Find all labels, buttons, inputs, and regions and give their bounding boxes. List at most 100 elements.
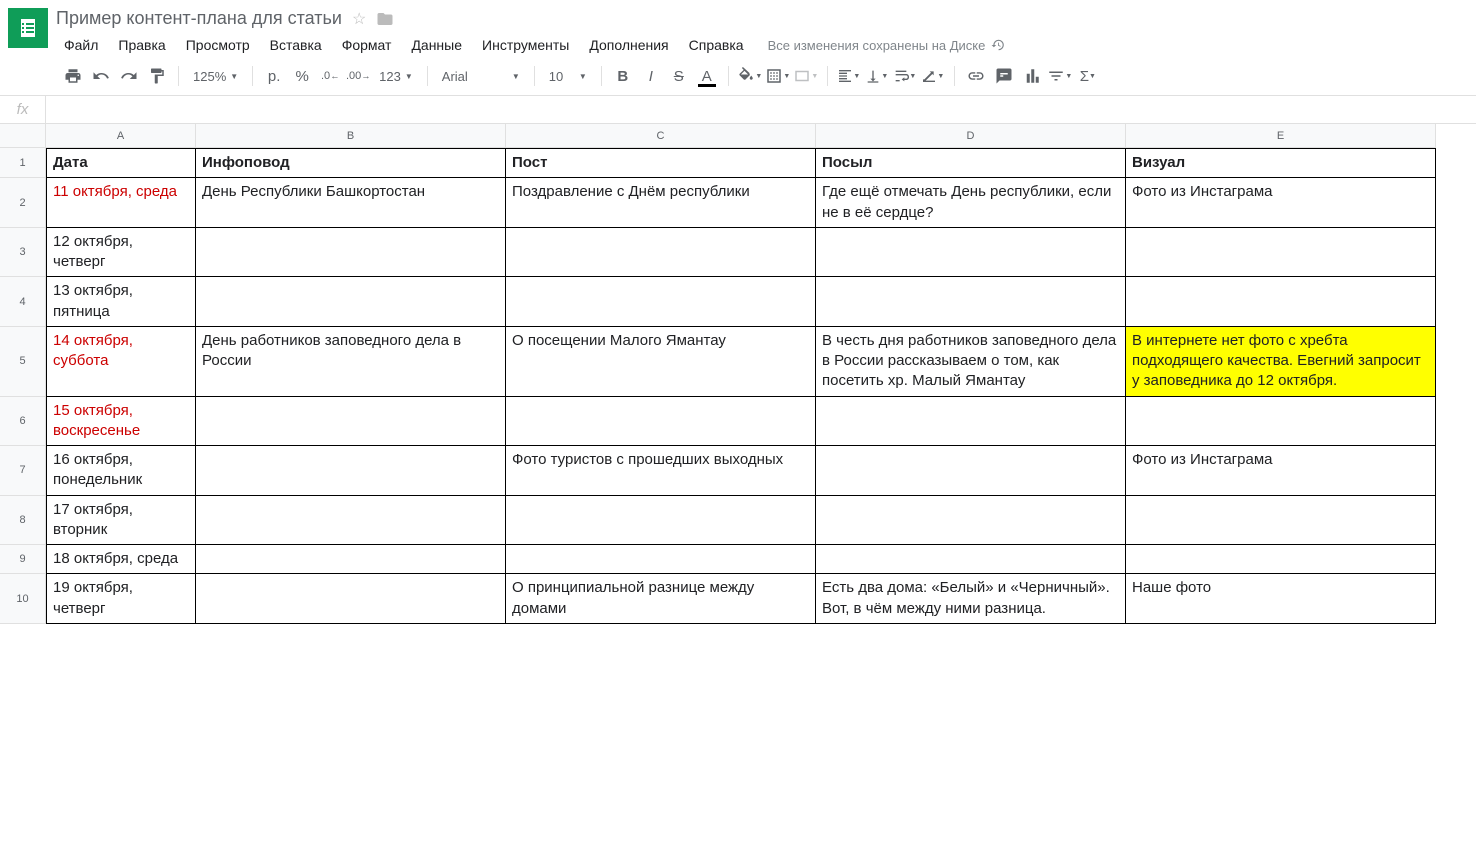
col-head-A[interactable]: A	[46, 124, 196, 148]
cell-D3[interactable]	[816, 228, 1126, 278]
col-head-B[interactable]: B	[196, 124, 506, 148]
functions-icon[interactable]: Σ▼	[1075, 63, 1101, 89]
cell-E9[interactable]	[1126, 545, 1436, 574]
font-size-select[interactable]: 10▼	[543, 63, 593, 89]
col-head-E[interactable]: E	[1126, 124, 1436, 148]
link-icon[interactable]	[963, 63, 989, 89]
cell-E5[interactable]: В интернете нет фото с хребта подходящег…	[1126, 327, 1436, 397]
halign-button[interactable]: ▼	[836, 63, 862, 89]
merge-button[interactable]: ▼	[793, 63, 819, 89]
menu-edit[interactable]: Правка	[110, 33, 173, 57]
cell-B8[interactable]	[196, 496, 506, 546]
cell-A5[interactable]: 14 октября, суббота	[46, 327, 196, 397]
paint-format-icon[interactable]	[144, 63, 170, 89]
row-head-3[interactable]: 3	[0, 228, 46, 278]
cell-D4[interactable]	[816, 277, 1126, 327]
menu-file[interactable]: Файл	[56, 33, 106, 57]
menu-addons[interactable]: Дополнения	[581, 33, 676, 57]
cell-E4[interactable]	[1126, 277, 1436, 327]
comment-icon[interactable]	[991, 63, 1017, 89]
row-head-10[interactable]: 10	[0, 574, 46, 624]
menu-format[interactable]: Формат	[334, 33, 400, 57]
cell-C8[interactable]	[506, 496, 816, 546]
star-icon[interactable]: ☆	[352, 9, 366, 29]
cell-D6[interactable]	[816, 397, 1126, 447]
strikethrough-button[interactable]: S	[666, 63, 692, 89]
header-cell-E[interactable]: Визуал	[1126, 148, 1436, 178]
chart-icon[interactable]	[1019, 63, 1045, 89]
menu-help[interactable]: Справка	[681, 33, 752, 57]
increase-decimal-button[interactable]: .00→	[345, 63, 371, 89]
cell-B3[interactable]	[196, 228, 506, 278]
cell-C6[interactable]	[506, 397, 816, 447]
row-head-7[interactable]: 7	[0, 446, 46, 496]
print-icon[interactable]	[60, 63, 86, 89]
cell-D2[interactable]: Где ещё отмечать День республики, если н…	[816, 178, 1126, 228]
select-all-corner[interactable]	[0, 124, 46, 148]
percent-button[interactable]: %	[289, 63, 315, 89]
row-head-6[interactable]: 6	[0, 397, 46, 447]
col-head-D[interactable]: D	[816, 124, 1126, 148]
zoom-select[interactable]: 125%▼	[187, 63, 244, 89]
wrap-button[interactable]: ▼	[892, 63, 918, 89]
header-cell-A[interactable]: Дата	[46, 148, 196, 178]
formula-bar[interactable]	[46, 96, 1476, 123]
undo-icon[interactable]	[88, 63, 114, 89]
row-head-1[interactable]: 1	[0, 148, 46, 178]
valign-button[interactable]: ▼	[864, 63, 890, 89]
cell-A2[interactable]: 11 октября, среда	[46, 178, 196, 228]
header-cell-B[interactable]: Инфоповод	[196, 148, 506, 178]
cell-E7[interactable]: Фото из Инстаграма	[1126, 446, 1436, 496]
cell-B9[interactable]	[196, 545, 506, 574]
header-cell-D[interactable]: Посыл	[816, 148, 1126, 178]
cell-C7[interactable]: Фото туристов с прошедших выходных	[506, 446, 816, 496]
cell-D7[interactable]	[816, 446, 1126, 496]
cell-A6[interactable]: 15 октября, воскресенье	[46, 397, 196, 447]
cell-C10[interactable]: О принципиальной разнице между домами	[506, 574, 816, 624]
cell-D10[interactable]: Есть два дома: «Белый» и «Черничный». Во…	[816, 574, 1126, 624]
row-head-8[interactable]: 8	[0, 496, 46, 546]
row-head-5[interactable]: 5	[0, 327, 46, 397]
cell-C5[interactable]: О посещении Малого Ямантау	[506, 327, 816, 397]
cell-C3[interactable]	[506, 228, 816, 278]
menu-insert[interactable]: Вставка	[262, 33, 330, 57]
cell-A9[interactable]: 18 октября, среда	[46, 545, 196, 574]
cell-A10[interactable]: 19 октября, четверг	[46, 574, 196, 624]
italic-button[interactable]: I	[638, 63, 664, 89]
cell-E3[interactable]	[1126, 228, 1436, 278]
header-cell-C[interactable]: Пост	[506, 148, 816, 178]
borders-button[interactable]: ▼	[765, 63, 791, 89]
cell-E2[interactable]: Фото из Инстаграма	[1126, 178, 1436, 228]
bold-button[interactable]: B	[610, 63, 636, 89]
cell-B6[interactable]	[196, 397, 506, 447]
cell-E6[interactable]	[1126, 397, 1436, 447]
row-head-4[interactable]: 4	[0, 277, 46, 327]
filter-icon[interactable]: ▼	[1047, 63, 1073, 89]
cell-A8[interactable]: 17 октября, вторник	[46, 496, 196, 546]
font-select[interactable]: Arial▼	[436, 63, 526, 89]
cell-B4[interactable]	[196, 277, 506, 327]
redo-icon[interactable]	[116, 63, 142, 89]
sheets-logo[interactable]	[8, 8, 48, 48]
decrease-decimal-button[interactable]: .0←	[317, 63, 343, 89]
col-head-C[interactable]: C	[506, 124, 816, 148]
folder-icon[interactable]	[376, 10, 394, 28]
cell-C2[interactable]: Поздравление с Днём республики	[506, 178, 816, 228]
cell-A3[interactable]: 12 октября, четверг	[46, 228, 196, 278]
cell-A4[interactable]: 13 октября, пятница	[46, 277, 196, 327]
cell-A7[interactable]: 16 октября, понедельник	[46, 446, 196, 496]
cell-E10[interactable]: Наше фото	[1126, 574, 1436, 624]
cell-B5[interactable]: День работников заповедного дела в Росси…	[196, 327, 506, 397]
fill-color-button[interactable]: ▼	[737, 63, 763, 89]
menu-tools[interactable]: Инструменты	[474, 33, 577, 57]
menu-view[interactable]: Просмотр	[178, 33, 258, 57]
number-format-select[interactable]: 123▼	[373, 63, 419, 89]
cell-E8[interactable]	[1126, 496, 1436, 546]
cell-B7[interactable]	[196, 446, 506, 496]
cell-C9[interactable]	[506, 545, 816, 574]
rotate-button[interactable]: ▼	[920, 63, 946, 89]
currency-button[interactable]: р.	[261, 63, 287, 89]
row-head-9[interactable]: 9	[0, 545, 46, 574]
cell-C4[interactable]	[506, 277, 816, 327]
menu-data[interactable]: Данные	[403, 33, 470, 57]
